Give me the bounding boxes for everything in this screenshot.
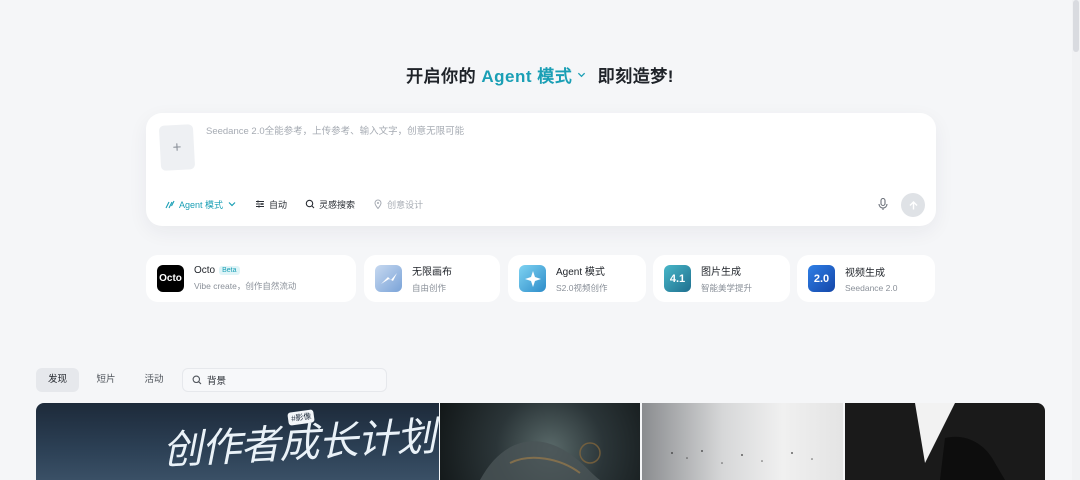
sliders-icon: [256, 200, 265, 208]
inspiration-search-button[interactable]: 灵感搜索: [298, 193, 362, 215]
image-generation-icon: 4.1: [664, 265, 691, 292]
search-icon: [192, 375, 202, 385]
feature-subtitle: 智能美学提升: [701, 283, 753, 293]
chevron-down-icon: [578, 72, 586, 78]
silhouette-image: [915, 403, 1005, 480]
tab-activities[interactable]: 活动: [134, 368, 174, 392]
agent-star-icon: [519, 265, 546, 292]
particles-image: [671, 450, 813, 464]
headline-suffix: 即刻造梦!: [597, 67, 674, 86]
octo-logo-icon: Octo: [157, 265, 184, 292]
chevron-down-icon: [228, 202, 236, 207]
inspiration-search-label: 灵感搜索: [319, 199, 356, 210]
agent-mode-label: Agent 模式: [179, 199, 224, 210]
gallery-item[interactable]: [642, 403, 843, 480]
headline-mode-selector[interactable]: Agent 模式: [481, 67, 597, 86]
dragon-sculpture-image: [480, 441, 601, 480]
agent-mode-button[interactable]: Agent 模式: [158, 193, 244, 215]
arrow-up-icon: [909, 200, 917, 209]
feature-card-image-generation[interactable]: 4.1 图片生成 智能美学提升: [653, 255, 790, 302]
auto-button[interactable]: 自动: [248, 193, 294, 215]
gallery-item[interactable]: [440, 403, 640, 480]
auto-label: 自动: [269, 199, 288, 210]
feature-title: Octo: [194, 265, 216, 276]
creative-design-button[interactable]: 创意设计: [366, 193, 430, 215]
feature-card-octo[interactable]: Octo Octo Beta Vibe create，创作自然流动: [146, 255, 356, 302]
feature-subtitle: Vibe create，创作自然流动: [194, 281, 297, 291]
feature-title: Agent 模式: [556, 267, 605, 278]
feature-subtitle: S2.0视频创作: [556, 283, 608, 293]
gallery-item-banner[interactable]: 创作者成长计划 #影像: [36, 403, 439, 480]
creative-design-label: 创意设计: [387, 199, 424, 210]
feature-card-agent-mode[interactable]: Agent 模式 S2.0视频创作: [508, 255, 646, 302]
prompt-input[interactable]: Seedance 2.0全能参考，上传参考、输入文字，创意无限可能: [206, 123, 464, 137]
feature-card-infinite-canvas[interactable]: 无限画布 自由创作: [364, 255, 500, 302]
search-value: 背景: [207, 376, 227, 387]
canvas-bird-icon: [375, 265, 402, 292]
microphone-icon[interactable]: [876, 197, 890, 211]
feature-card-video-generation[interactable]: 2.0 视频生成 Seedance 2.0: [797, 255, 935, 302]
feature-title: 视频生成: [845, 268, 885, 279]
plus-icon: +: [172, 138, 182, 157]
prompt-card: + Seedance 2.0全能参考，上传参考、输入文字，创意无限可能 Agen…: [146, 113, 936, 226]
send-button[interactable]: [901, 193, 925, 217]
headline-mode-label: Agent 模式: [481, 67, 573, 86]
sparkle-icon: [165, 200, 175, 209]
feature-subtitle: 自由创作: [412, 283, 447, 293]
gallery-item[interactable]: [845, 403, 1045, 480]
video-generation-icon: 2.0: [808, 265, 835, 292]
feature-title: 无限画布: [412, 267, 452, 278]
search-input[interactable]: 背景: [182, 368, 387, 392]
upload-reference-button[interactable]: +: [158, 124, 196, 171]
tab-discover[interactable]: 发现: [36, 368, 79, 392]
scrollbar-thumb[interactable]: [1073, 0, 1079, 52]
page-headline: 开启你的 Agent 模式 即刻造梦!: [0, 62, 1080, 87]
search-icon: [305, 199, 315, 209]
gallery-grid: 创作者成长计划 #影像: [36, 403, 1045, 480]
headline-prefix: 开启你的: [406, 67, 477, 86]
tab-shorts[interactable]: 短片: [86, 368, 126, 392]
prompt-toolbar: Agent 模式 自动 灵感搜索 创意设计: [158, 193, 430, 215]
location-pin-icon: [374, 199, 382, 209]
beta-badge: Beta: [219, 266, 240, 275]
feature-title: 图片生成: [701, 267, 741, 278]
feature-subtitle: Seedance 2.0: [845, 283, 898, 293]
